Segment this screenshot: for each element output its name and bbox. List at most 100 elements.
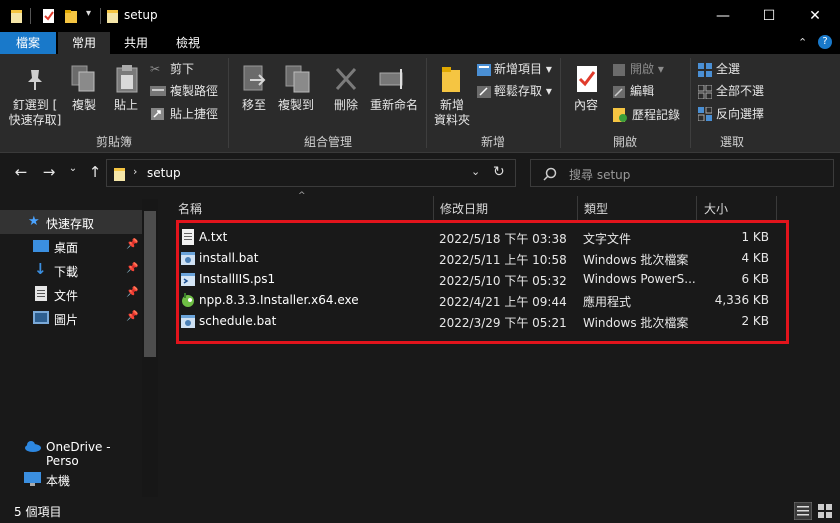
new-item-button[interactable]: 新增項目 ▾ <box>494 62 552 77</box>
column-separator[interactable] <box>696 196 697 220</box>
folder-properties-icon[interactable] <box>10 8 24 24</box>
large-icons-view-icon[interactable] <box>816 502 834 520</box>
pictures-icon <box>33 311 49 324</box>
file-name: A.txt <box>199 230 228 244</box>
select-none-icon <box>698 85 712 99</box>
pin-icon: 📌 <box>126 239 139 250</box>
copy-path-button[interactable]: 複製路徑 <box>170 84 218 99</box>
breadcrumb-chevron-icon[interactable]: › <box>133 165 137 178</box>
navigation-scrollbar[interactable] <box>142 199 158 497</box>
file-type: 應用程式 <box>583 295 632 309</box>
tab-share[interactable]: 共用 <box>110 32 162 54</box>
file-name: install.bat <box>199 251 259 265</box>
help-icon[interactable]: ? <box>818 35 832 49</box>
folder-icon <box>107 10 118 23</box>
move-to-icon <box>243 65 266 91</box>
pin-icon: 📌 <box>126 263 139 274</box>
column-separator[interactable] <box>776 196 777 220</box>
copy-to-icon <box>285 65 310 93</box>
ribbon-separator <box>690 58 691 148</box>
cut-button[interactable]: 剪下 <box>170 62 194 77</box>
paste-shortcut-button[interactable]: 貼上捷徑 <box>170 107 218 122</box>
forward-button[interactable]: → <box>38 163 60 183</box>
nav-item-label: 桌面 <box>54 241 79 255</box>
copy-button[interactable]: 複製 <box>72 98 96 113</box>
file-size: 4 KB <box>741 251 769 265</box>
column-separator[interactable] <box>577 196 578 220</box>
open-button[interactable]: 開啟 ▾ <box>630 62 664 77</box>
edit-button[interactable]: 編輯 <box>630 84 654 99</box>
tab-view[interactable]: 檢視 <box>162 32 214 54</box>
powershell-file-icon <box>181 273 195 286</box>
column-header-type[interactable]: 類型 <box>584 200 608 224</box>
refresh-icon[interactable]: ↻ <box>493 164 505 180</box>
pin-to-quick-access-button[interactable]: 釘選到 [ 快速存取] <box>8 98 62 128</box>
address-dropdown-icon[interactable]: ⌄ <box>471 165 480 178</box>
delete-button[interactable]: 刪除 <box>334 98 358 113</box>
rename-button[interactable]: 重新命名 <box>370 98 418 113</box>
column-header-name[interactable]: 名稱 <box>178 200 202 224</box>
ribbon-separator <box>426 58 427 148</box>
ribbon-tabs: 檔案 常用 共用 檢視 ⌃ ? <box>0 32 840 54</box>
invert-selection-button[interactable]: 反向選擇 <box>716 107 764 122</box>
up-button[interactable]: ↑ <box>84 163 106 183</box>
nav-item-pictures[interactable]: 圖片 📌 <box>0 306 142 330</box>
file-row[interactable]: InstallIIS.ps1 2022/5/10 下午 05:32 Window… <box>176 269 776 290</box>
edit-icon <box>613 86 625 98</box>
new-folder-icon[interactable] <box>64 8 78 24</box>
nav-item-label: OneDrive - Perso <box>46 440 111 468</box>
select-group-label: 選取 <box>719 135 744 149</box>
details-view-icon[interactable] <box>794 502 812 520</box>
minimize-button[interactable]: — <box>700 0 746 32</box>
search-box[interactable]: 搜尋 setup <box>530 159 834 187</box>
properties-button[interactable]: 內容 <box>574 98 598 113</box>
address-bar[interactable]: › setup ⌄ ↻ <box>106 159 516 187</box>
new-folder-button[interactable]: 新增 資料夾 <box>434 98 470 128</box>
file-name: schedule.bat <box>199 314 277 328</box>
computer-icon <box>24 472 41 486</box>
open-icon <box>613 64 625 76</box>
ribbon: 釘選到 [ 快速存取] 複製 貼上 ✂ 剪下 複製路徑 貼上捷徑 剪貼簿 移至 … <box>0 54 840 153</box>
maximize-button[interactable]: ☐ <box>746 0 792 32</box>
tab-home[interactable]: 常用 <box>58 32 110 54</box>
nav-item-downloads[interactable]: ↓ 下載 📌 <box>0 258 142 282</box>
history-button[interactable]: 歷程記錄 <box>632 108 680 123</box>
column-header-date[interactable]: 修改日期 <box>440 200 488 224</box>
nav-item-quick-access[interactable]: ★ 快速存取 <box>0 210 142 234</box>
customize-qat-chevron-icon[interactable]: ▾ <box>86 8 91 19</box>
nav-item-this-pc[interactable]: 本機 <box>0 467 142 491</box>
back-button[interactable]: ← <box>10 163 32 183</box>
scrollbar-thumb[interactable] <box>144 211 156 357</box>
file-row[interactable]: install.bat 2022/5/11 上午 10:58 Windows 批… <box>176 248 776 269</box>
file-row[interactable]: A.txt 2022/5/18 下午 03:38 文字文件 1 KB <box>176 227 776 248</box>
close-button[interactable]: ✕ <box>792 0 838 32</box>
nav-item-onedrive[interactable]: OneDrive - Perso <box>0 435 142 468</box>
column-header-size[interactable]: 大小 <box>704 200 728 224</box>
copy-icon <box>71 65 95 92</box>
organize-group-label: 組合管理 <box>303 135 352 149</box>
select-none-button[interactable]: 全部不選 <box>716 84 764 99</box>
tab-file[interactable]: 檔案 <box>0 32 56 54</box>
select-all-button[interactable]: 全選 <box>716 62 740 77</box>
copy-to-button[interactable]: 複製到 <box>278 98 314 113</box>
file-row[interactable]: schedule.bat 2022/3/29 下午 05:21 Windows … <box>176 311 776 332</box>
item-count: 5 個項目 <box>14 505 62 519</box>
address-path[interactable]: setup <box>147 166 181 180</box>
file-size: 4,336 KB <box>714 293 769 307</box>
file-row[interactable]: npp.8.3.3.Installer.x64.exe 2022/4/21 上午… <box>176 290 776 311</box>
documents-icon <box>35 286 47 301</box>
move-to-button[interactable]: 移至 <box>242 98 266 113</box>
download-icon: ↓ <box>34 260 47 278</box>
cut-icon: ✂ <box>150 62 161 76</box>
paste-button[interactable]: 貼上 <box>114 98 138 113</box>
collapse-ribbon-chevron-icon[interactable]: ⌃ <box>798 36 807 49</box>
address-row: ← → ⌄ ↑ › setup ⌄ ↻ 搜尋 setup <box>0 153 840 193</box>
nav-item-label: 圖片 <box>54 313 79 327</box>
recent-locations-chevron-icon[interactable]: ⌄ <box>62 163 84 183</box>
easy-access-button[interactable]: 輕鬆存取 ▾ <box>494 84 552 99</box>
column-separator[interactable] <box>433 196 434 220</box>
nav-item-documents[interactable]: 文件 📌 <box>0 282 142 306</box>
nav-item-desktop[interactable]: 桌面 📌 <box>0 234 142 258</box>
search-input[interactable]: 搜尋 setup <box>569 166 630 183</box>
properties-check-icon[interactable] <box>42 8 56 24</box>
